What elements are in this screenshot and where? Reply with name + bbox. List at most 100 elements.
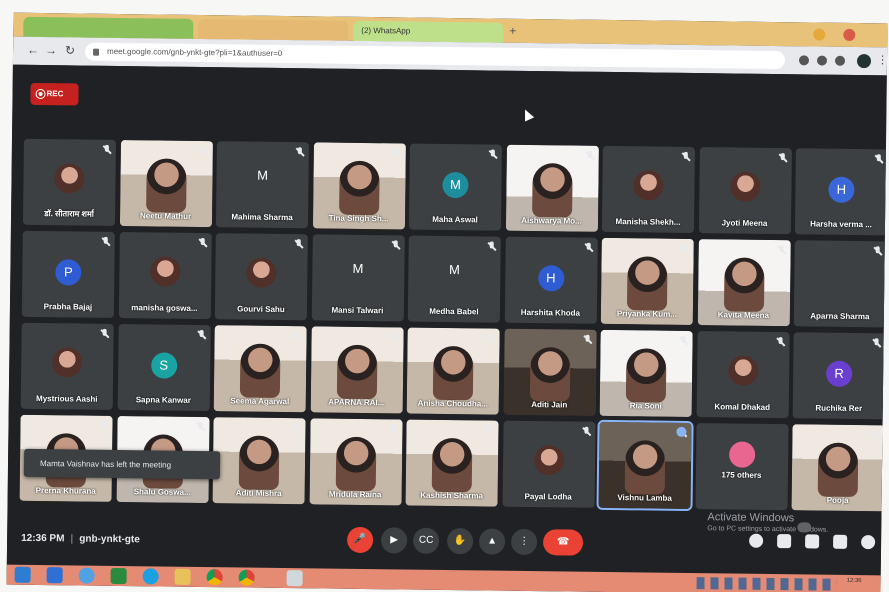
browser-menu-icon[interactable]: ⋮ bbox=[877, 53, 888, 66]
participant-tile[interactable]: M Medha Babel bbox=[407, 235, 501, 323]
participant-tile[interactable]: R Ruchika Rer bbox=[792, 332, 886, 420]
participant-tile[interactable]: Neetu Mathur bbox=[119, 139, 213, 228]
participant-tile[interactable]: M Mahima Sharma bbox=[215, 141, 309, 229]
participant-tile[interactable]: M Maha Aswal bbox=[408, 143, 502, 231]
participant-name: Mystrious Aashi bbox=[36, 393, 98, 404]
reload-icon[interactable]: ↻ bbox=[65, 43, 75, 57]
participant-tile[interactable]: Kashish Sharma bbox=[405, 419, 499, 507]
participant-tile[interactable]: Aparna Sharma bbox=[793, 240, 887, 328]
address-bar[interactable]: meet.google.com/gnb-ynkt-gte?pli=1&authu… bbox=[84, 42, 786, 70]
avatar: M bbox=[442, 171, 469, 199]
taskbar-clock[interactable]: 12:36 bbox=[847, 577, 862, 585]
new-tab-icon[interactable]: + bbox=[509, 24, 516, 38]
participant-tile[interactable]: Komal Dhakad bbox=[696, 331, 790, 419]
participant-tile[interactable]: H Harsha verma ... bbox=[794, 148, 888, 236]
file-explorer-icon[interactable] bbox=[174, 568, 191, 585]
participant-tile[interactable]: Anisha Choudha... bbox=[406, 327, 500, 415]
captions-button[interactable]: CC bbox=[412, 527, 440, 554]
store-icon[interactable] bbox=[110, 567, 127, 585]
back-icon[interactable]: ← bbox=[27, 43, 39, 57]
participant-tile[interactable]: Seema Agarwal bbox=[213, 325, 307, 413]
participant-name: Gourvi Sahu bbox=[237, 304, 285, 315]
participant-tile[interactable]: H Harshita Khoda bbox=[504, 236, 598, 324]
system-tray[interactable] bbox=[696, 577, 837, 591]
internet-explorer-icon[interactable] bbox=[78, 567, 95, 584]
participant-tile[interactable]: M Mansi Talwari bbox=[311, 234, 405, 322]
meeting-details[interactable]: 12:36 PM | gnb-ynkt-gte bbox=[21, 533, 140, 545]
chrome-icon[interactable] bbox=[238, 569, 255, 586]
participant-video-person bbox=[817, 442, 859, 498]
more-options-button[interactable]: ⋮ bbox=[510, 528, 538, 556]
avatar-initial: M bbox=[448, 262, 460, 278]
browser-tab[interactable] bbox=[198, 18, 349, 41]
mic-toggle-button[interactable]: 🎤 bbox=[346, 526, 374, 554]
app-icon[interactable] bbox=[286, 570, 303, 587]
mouse-cursor-icon bbox=[520, 107, 535, 122]
camera-toggle-button[interactable]: ▶ bbox=[380, 527, 408, 554]
raise-hand-button[interactable]: ✋ bbox=[446, 528, 474, 555]
avatar bbox=[54, 163, 85, 194]
mic-off-icon bbox=[777, 245, 785, 255]
mic-off-icon bbox=[295, 239, 303, 249]
participant-tile[interactable]: Manisha Shekh... bbox=[601, 145, 695, 234]
participant-tile[interactable]: Pooja bbox=[791, 424, 885, 512]
participant-tile[interactable]: Aditi Mishra bbox=[212, 417, 306, 505]
participant-tile[interactable]: Ria Soni bbox=[599, 329, 693, 417]
participant-name: Anisha Choudha... bbox=[417, 398, 488, 409]
edge-icon[interactable] bbox=[142, 568, 159, 585]
participant-name: Sapna Kanwar bbox=[135, 395, 191, 405]
mail-icon[interactable] bbox=[46, 567, 63, 584]
host-controls-icon[interactable] bbox=[861, 535, 876, 550]
people-icon[interactable] bbox=[777, 534, 792, 549]
participant-tile[interactable]: Tina Singh Sh... bbox=[312, 142, 406, 230]
participant-tile[interactable]: APARNA RAI... bbox=[310, 326, 404, 414]
participant-tile[interactable]: Aishwarya Mo... bbox=[505, 144, 599, 232]
mic-off-icon bbox=[197, 330, 205, 340]
participant-tile[interactable]: manisha goswa... bbox=[118, 231, 212, 320]
extension-icon[interactable] bbox=[834, 55, 846, 66]
participant-tile[interactable]: Jyoti Meena bbox=[698, 147, 792, 235]
minimize-icon[interactable] bbox=[813, 28, 826, 41]
participant-tile[interactable]: Payal Lodha bbox=[502, 420, 596, 508]
mic-off-icon bbox=[584, 243, 592, 253]
browser-tab-whatsapp[interactable]: (2) WhatsApp bbox=[353, 20, 504, 43]
participant-tile[interactable]: S Sapna Kanwar bbox=[117, 323, 211, 412]
participant-tile[interactable]: P Prabha Bajaj bbox=[21, 230, 115, 318]
participant-tile[interactable]: Gourvi Sahu bbox=[214, 233, 308, 321]
participant-tile[interactable]: डॉ. सीताराम शर्मा bbox=[22, 138, 116, 226]
participant-tile[interactable]: Vishnu Lamba bbox=[596, 419, 694, 512]
mic-off-icon bbox=[778, 153, 786, 163]
avatar bbox=[533, 445, 564, 476]
participant-tile[interactable]: Mridula Raina bbox=[309, 418, 403, 506]
leave-call-button[interactable]: ☎ bbox=[542, 529, 584, 556]
close-window-icon[interactable] bbox=[843, 28, 856, 41]
participant-tile[interactable]: Priyanka Kum... bbox=[600, 237, 694, 326]
chat-icon[interactable] bbox=[805, 534, 820, 549]
start-menu-icon[interactable] bbox=[14, 566, 31, 583]
forward-icon[interactable]: → bbox=[45, 43, 57, 57]
activities-icon[interactable] bbox=[833, 534, 848, 549]
participant-tile[interactable]: Kavita Meena bbox=[697, 239, 791, 327]
participant-name: Ruchika Rer bbox=[815, 403, 863, 414]
participant-video-person bbox=[335, 436, 376, 492]
participant-name: Harsha verma ... bbox=[810, 219, 872, 230]
pin-icon[interactable] bbox=[676, 426, 687, 437]
photo-background: (2) WhatsApp + ← → ↻ meet.google.com/gnb… bbox=[0, 0, 889, 592]
chrome-icon[interactable] bbox=[206, 569, 223, 586]
bookmark-star-icon[interactable] bbox=[816, 55, 828, 66]
browser-tab-meet[interactable] bbox=[23, 16, 194, 39]
present-screen-button[interactable]: ▲ bbox=[478, 528, 506, 555]
mic-off-icon bbox=[198, 238, 206, 248]
mic-off-icon bbox=[583, 335, 591, 345]
mic-off-icon bbox=[488, 241, 496, 251]
avatar bbox=[727, 355, 758, 386]
profile-avatar[interactable] bbox=[856, 53, 872, 69]
participant-name: Manisha Shekh... bbox=[615, 217, 681, 227]
extension-icon[interactable] bbox=[798, 55, 810, 66]
lock-icon[interactable] bbox=[93, 48, 100, 56]
info-icon[interactable] bbox=[749, 533, 764, 548]
recording-label: REC bbox=[46, 89, 64, 99]
participant-tile[interactable]: Mystrious Aashi bbox=[20, 322, 114, 410]
participant-tile[interactable]: 175 others bbox=[695, 423, 789, 511]
participant-tile[interactable]: Aditi Jain bbox=[503, 328, 597, 416]
